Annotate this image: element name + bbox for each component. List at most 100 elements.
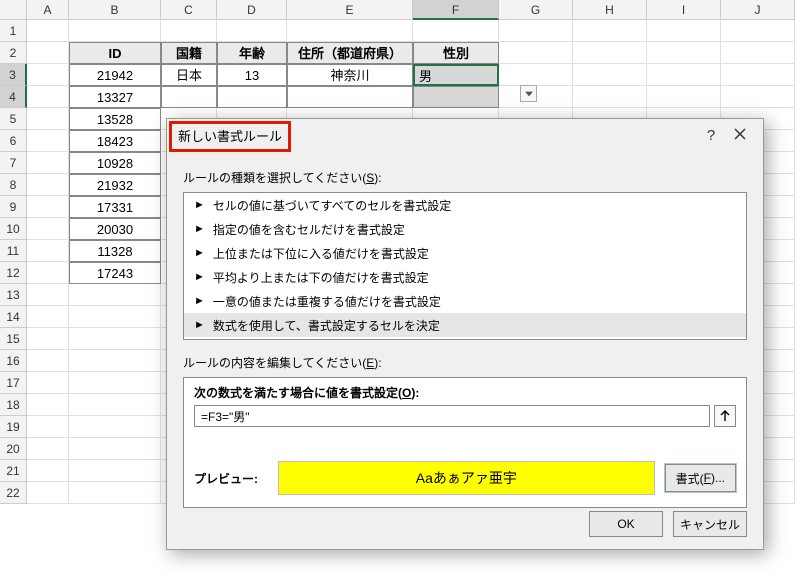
cell-A17[interactable] bbox=[27, 372, 69, 394]
row-header-6[interactable]: 6 bbox=[0, 130, 27, 152]
cell-B15[interactable] bbox=[69, 328, 161, 350]
cell-J4[interactable] bbox=[721, 86, 795, 108]
col-header-D[interactable]: D bbox=[217, 0, 287, 20]
cell-D1[interactable] bbox=[217, 20, 287, 42]
cell-E1[interactable] bbox=[287, 20, 413, 42]
cell-G1[interactable] bbox=[499, 20, 573, 42]
row-header-18[interactable]: 18 bbox=[0, 394, 27, 416]
cell-F3[interactable]: 男 bbox=[413, 64, 499, 86]
col-header-J[interactable]: J bbox=[721, 0, 795, 20]
cell-A16[interactable] bbox=[27, 350, 69, 372]
cell-A13[interactable] bbox=[27, 284, 69, 306]
row-header-14[interactable]: 14 bbox=[0, 306, 27, 328]
cell-A12[interactable] bbox=[27, 262, 69, 284]
cell-B13[interactable] bbox=[69, 284, 161, 306]
cell-dropdown-button[interactable] bbox=[520, 85, 537, 102]
row-header-11[interactable]: 11 bbox=[0, 240, 27, 262]
cell-B19[interactable] bbox=[69, 416, 161, 438]
row-header-13[interactable]: 13 bbox=[0, 284, 27, 306]
cell-A5[interactable] bbox=[27, 108, 69, 130]
row-header-19[interactable]: 19 bbox=[0, 416, 27, 438]
cell-C1[interactable] bbox=[161, 20, 217, 42]
close-button[interactable] bbox=[725, 127, 755, 143]
cell-B22[interactable] bbox=[69, 482, 161, 504]
rule-type-list[interactable]: ►セルの値に基づいてすべてのセルを書式設定►指定の値を含むセルだけを書式設定►上… bbox=[183, 192, 747, 340]
collapse-dialog-button[interactable] bbox=[714, 405, 736, 427]
cell-H4[interactable] bbox=[573, 86, 647, 108]
col-header-E[interactable]: E bbox=[287, 0, 413, 20]
cell-J1[interactable] bbox=[721, 20, 795, 42]
rule-type-option[interactable]: ►上位または下位に入る値だけを書式設定 bbox=[184, 241, 746, 265]
cell-A19[interactable] bbox=[27, 416, 69, 438]
cell-B6[interactable]: 18423 bbox=[69, 130, 161, 152]
col-header-H[interactable]: H bbox=[573, 0, 647, 20]
cell-B5[interactable]: 13528 bbox=[69, 108, 161, 130]
cell-B20[interactable] bbox=[69, 438, 161, 460]
row-header-20[interactable]: 20 bbox=[0, 438, 27, 460]
col-header-I[interactable]: I bbox=[647, 0, 721, 20]
cell-D3[interactable]: 13 bbox=[217, 64, 287, 86]
cell-G2[interactable] bbox=[499, 42, 573, 64]
cell-J3[interactable] bbox=[721, 64, 795, 86]
col-header-A[interactable]: A bbox=[27, 0, 69, 20]
cell-B10[interactable]: 20030 bbox=[69, 218, 161, 240]
col-header-F[interactable]: F bbox=[413, 0, 499, 20]
cell-F2[interactable]: 性別 bbox=[413, 42, 499, 64]
row-header-8[interactable]: 8 bbox=[0, 174, 27, 196]
cell-A14[interactable] bbox=[27, 306, 69, 328]
row-header-17[interactable]: 17 bbox=[0, 372, 27, 394]
format-button[interactable]: 書式(F)... bbox=[665, 464, 736, 492]
row-header-7[interactable]: 7 bbox=[0, 152, 27, 174]
cell-C4[interactable] bbox=[161, 86, 217, 108]
row-header-3[interactable]: 3 bbox=[0, 64, 27, 86]
cancel-button[interactable]: キャンセル bbox=[673, 511, 747, 537]
cell-F1[interactable] bbox=[413, 20, 499, 42]
rule-type-option[interactable]: ►平均より上または下の値だけを書式設定 bbox=[184, 265, 746, 289]
row-header-16[interactable]: 16 bbox=[0, 350, 27, 372]
row-header-1[interactable]: 1 bbox=[0, 20, 27, 42]
cell-A10[interactable] bbox=[27, 218, 69, 240]
cell-D4[interactable] bbox=[217, 86, 287, 108]
cell-A1[interactable] bbox=[27, 20, 69, 42]
cell-B11[interactable]: 11328 bbox=[69, 240, 161, 262]
cell-B18[interactable] bbox=[69, 394, 161, 416]
cell-E2[interactable]: 住所（都道府県） bbox=[287, 42, 413, 64]
cell-B8[interactable]: 21932 bbox=[69, 174, 161, 196]
cell-A18[interactable] bbox=[27, 394, 69, 416]
cell-A22[interactable] bbox=[27, 482, 69, 504]
cell-B1[interactable] bbox=[69, 20, 161, 42]
cell-H2[interactable] bbox=[573, 42, 647, 64]
cell-E3[interactable]: 神奈川 bbox=[287, 64, 413, 86]
cell-J2[interactable] bbox=[721, 42, 795, 64]
cell-A21[interactable] bbox=[27, 460, 69, 482]
cell-B2[interactable]: ID bbox=[69, 42, 161, 64]
row-header-2[interactable]: 2 bbox=[0, 42, 27, 64]
cell-B17[interactable] bbox=[69, 372, 161, 394]
cell-B21[interactable] bbox=[69, 460, 161, 482]
row-header-22[interactable]: 22 bbox=[0, 482, 27, 504]
cell-D2[interactable]: 年齢 bbox=[217, 42, 287, 64]
help-button[interactable]: ? bbox=[697, 127, 725, 144]
col-header-B[interactable]: B bbox=[69, 0, 161, 20]
row-header-12[interactable]: 12 bbox=[0, 262, 27, 284]
cell-A20[interactable] bbox=[27, 438, 69, 460]
cell-C3[interactable]: 日本 bbox=[161, 64, 217, 86]
rule-type-option[interactable]: ►数式を使用して、書式設定するセルを決定 bbox=[184, 313, 746, 337]
cell-B7[interactable]: 10928 bbox=[69, 152, 161, 174]
cell-B12[interactable]: 17243 bbox=[69, 262, 161, 284]
row-header-9[interactable]: 9 bbox=[0, 196, 27, 218]
formula-input[interactable]: =F3="男" bbox=[194, 405, 710, 427]
cell-I2[interactable] bbox=[647, 42, 721, 64]
row-header-21[interactable]: 21 bbox=[0, 460, 27, 482]
cell-B3[interactable]: 21942 bbox=[69, 64, 161, 86]
cell-H1[interactable] bbox=[573, 20, 647, 42]
cell-F4[interactable] bbox=[413, 86, 499, 108]
cell-B16[interactable] bbox=[69, 350, 161, 372]
rule-type-option[interactable]: ►セルの値に基づいてすべてのセルを書式設定 bbox=[184, 193, 746, 217]
row-header-4[interactable]: 4 bbox=[0, 86, 27, 108]
cell-I1[interactable] bbox=[647, 20, 721, 42]
row-header-15[interactable]: 15 bbox=[0, 328, 27, 350]
cell-H3[interactable] bbox=[573, 64, 647, 86]
cell-B14[interactable] bbox=[69, 306, 161, 328]
cell-A11[interactable] bbox=[27, 240, 69, 262]
